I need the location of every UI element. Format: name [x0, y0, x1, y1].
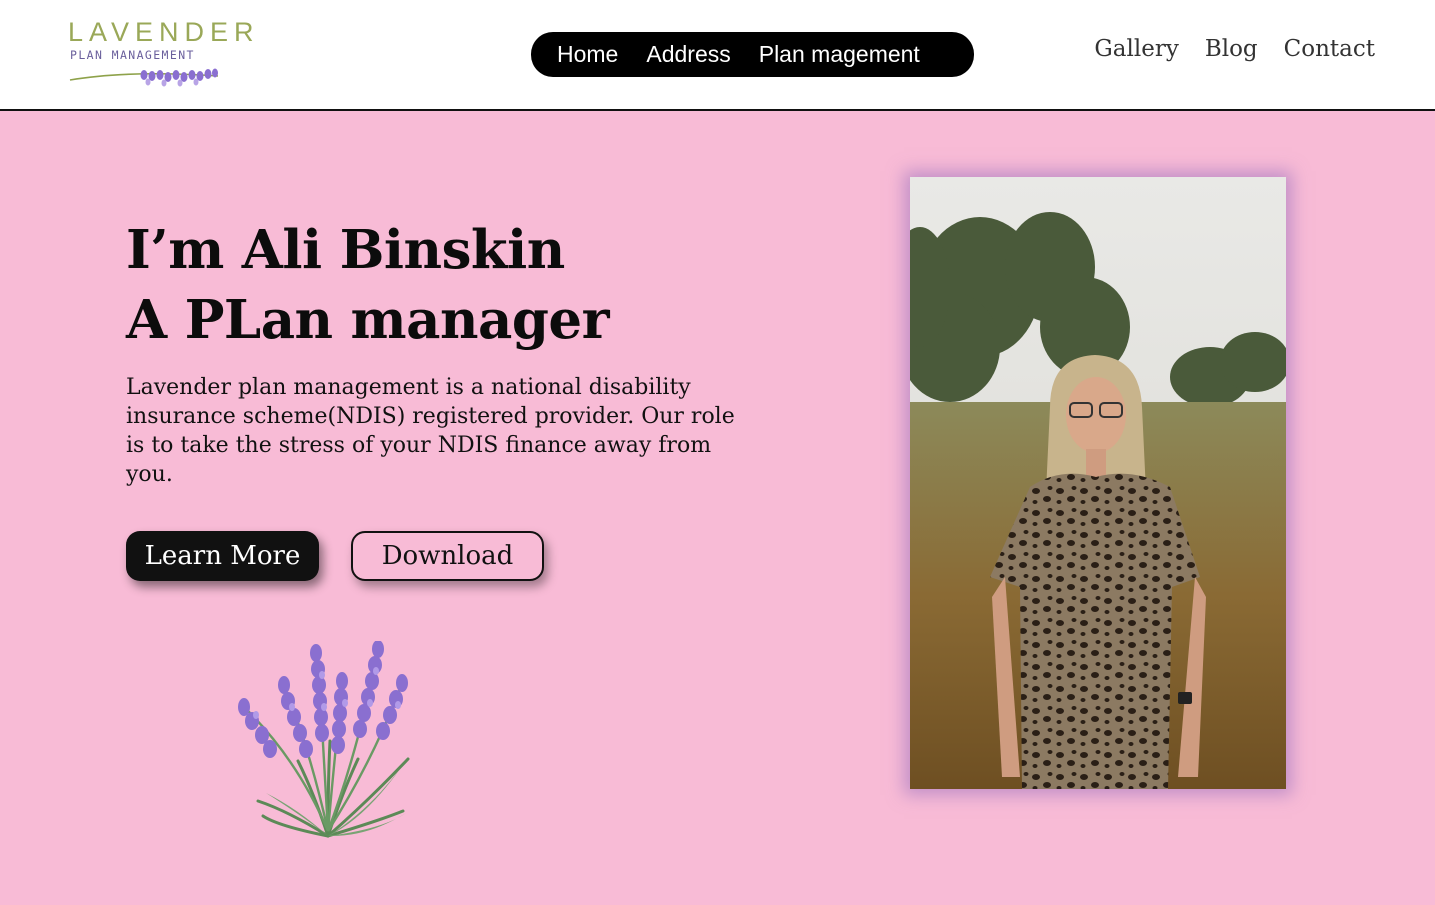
- secondary-nav: Gallery Blog Contact: [1094, 36, 1375, 62]
- nav-gallery[interactable]: Gallery: [1094, 36, 1178, 62]
- logo-subtitle: PLAN MANAGEMENT: [70, 48, 195, 62]
- learn-more-button[interactable]: Learn More: [126, 531, 319, 581]
- hero-section: I’m Ali Binskin A PLan manager Lavender …: [0, 111, 1435, 905]
- nav-home[interactable]: Home: [557, 41, 618, 68]
- nav-plan-management[interactable]: Plan magement: [759, 41, 920, 68]
- nav-contact[interactable]: Contact: [1284, 36, 1375, 62]
- headline-line-1: I’m Ali Binskin: [126, 219, 565, 281]
- main-nav-pill: Home Address Plan magement: [531, 32, 974, 77]
- logo-wordmark: LAVENDER: [68, 17, 260, 47]
- download-button[interactable]: Download: [351, 531, 544, 581]
- site-header: LAVENDER PLAN MANAGEMENT Home Address Pl…: [0, 0, 1435, 112]
- nav-blog[interactable]: Blog: [1205, 36, 1258, 62]
- hero-intro: Lavender plan management is a national d…: [126, 375, 735, 487]
- logo[interactable]: LAVENDER PLAN MANAGEMENT: [68, 16, 254, 92]
- lavender-bouquet-icon: [238, 641, 410, 838]
- lavender-sprig-icon: [69, 68, 219, 87]
- hero-headline: I’m Ali Binskin A PLan manager: [126, 215, 610, 355]
- portrait-photo: [910, 177, 1286, 789]
- portrait-image: [910, 177, 1286, 789]
- headline-line-2: A PLan manager: [126, 289, 610, 351]
- nav-address[interactable]: Address: [646, 41, 730, 68]
